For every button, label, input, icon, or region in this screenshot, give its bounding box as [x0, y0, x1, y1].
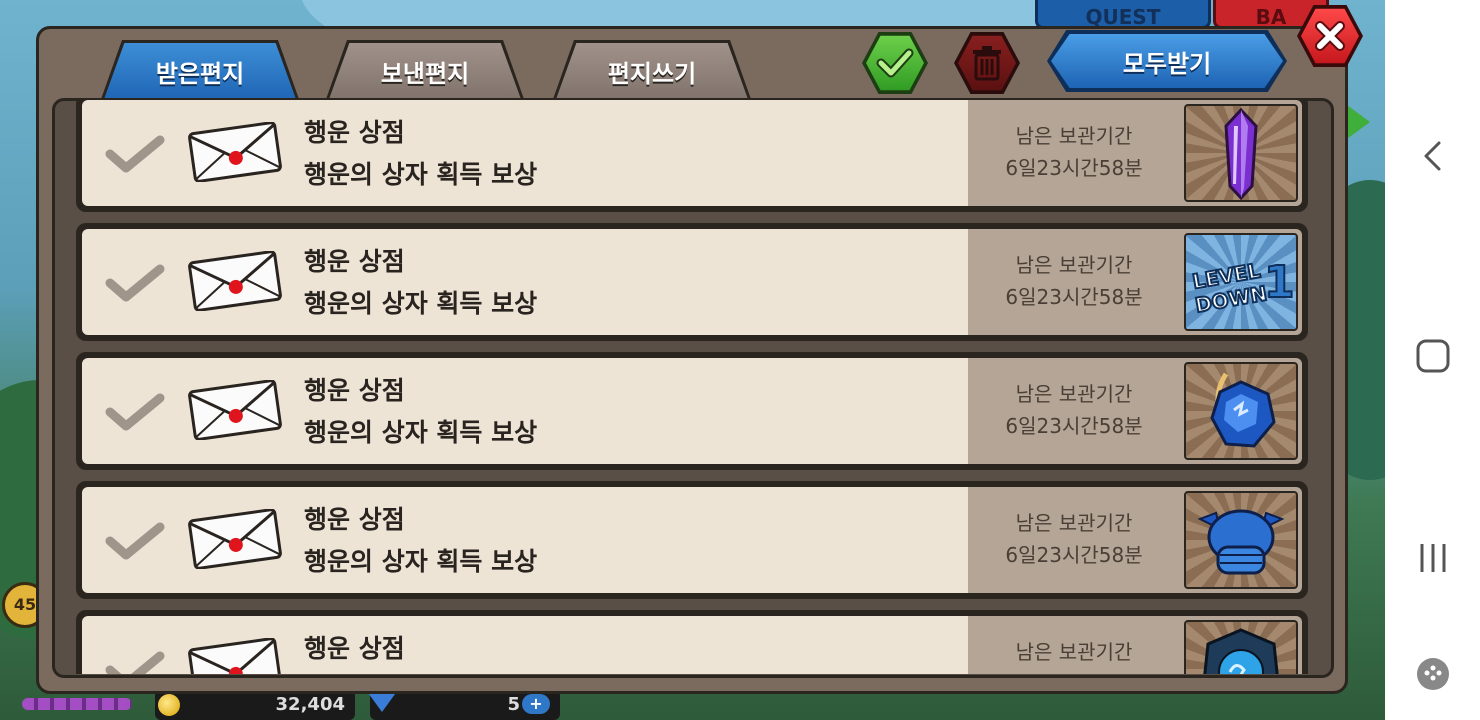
reward-item-frame: [1184, 362, 1298, 460]
reward-item-slot[interactable]: [1180, 358, 1302, 464]
mail-row[interactable]: 행운 상점 행운의 상자 획득 보상 남은 보관기간 6일23시간58분: [76, 352, 1308, 470]
level-number: 1: [1264, 257, 1295, 308]
check-icon[interactable]: [104, 521, 166, 561]
reward-item-slot[interactable]: [1180, 616, 1302, 674]
mail-subject: 행운의 상자 획득 보상: [304, 418, 538, 447]
game-tools-icon: [1416, 658, 1449, 690]
reward-item-frame: [1184, 104, 1298, 202]
level-down-1-icon: LEVEL DOWN 1: [1190, 256, 1296, 318]
gold-amount: 32,404: [155, 690, 355, 720]
mail-retention: 남은 보관기간 6일23시간58분: [968, 229, 1180, 335]
coin-icon: [158, 694, 180, 716]
mail-sender: 행운 상점: [304, 634, 405, 663]
tab-sent-mail[interactable]: 보낸편지: [325, 40, 525, 102]
blue-helmet-icon: [1197, 509, 1285, 575]
mail-row-body: 행운 상점 행운의 상자 획득 보상: [82, 487, 968, 593]
mail-row-body: 행운 상점 행운의 상자 획득 보상: [82, 229, 968, 335]
mail-row-body: 행운 상점: [82, 616, 968, 674]
retention-value: 6일23시간58분: [1005, 156, 1143, 180]
envelope-icon: [188, 380, 282, 440]
quest-button[interactable]: QUEST: [1035, 0, 1211, 29]
receive-all-label: 모두받기: [1122, 49, 1212, 78]
reward-item-frame: [1184, 620, 1298, 674]
retention-value: 6일23시간58분: [1005, 543, 1143, 567]
mail-row[interactable]: 행운 상점 남은 보관기간: [76, 610, 1308, 674]
purple-crystal-icon: [1224, 107, 1258, 200]
tab-label: 편지쓰기: [607, 59, 697, 88]
tab-received-mail[interactable]: 받은편지: [100, 40, 300, 102]
back-button[interactable]: [1385, 140, 1480, 172]
tab-label: 받은편지: [155, 59, 245, 88]
system-navigation-bar: [1385, 0, 1480, 720]
home-square-icon: [1416, 339, 1449, 373]
mail-row[interactable]: 행운 상점 행운의 상자 획득 보상 남은 보관기간 6일23시간58분 LEV…: [76, 223, 1308, 341]
envelope-icon: [188, 122, 282, 182]
mail-list[interactable]: 행운 상점 행운의 상자 획득 보상 남은 보관기간 6일23시간58분 행운 …: [76, 100, 1308, 674]
retention-label: 남은 보관기간: [1015, 253, 1133, 277]
retention-label: 남은 보관기간: [1015, 382, 1133, 406]
check-icon[interactable]: [104, 650, 166, 674]
green-check-icon: [876, 48, 914, 78]
check-icon[interactable]: [104, 134, 166, 174]
mail-retention: 남은 보관기간: [968, 616, 1180, 674]
energy-bar: [22, 698, 132, 710]
mail-row-body: 행운 상점 행운의 상자 획득 보상: [82, 100, 968, 206]
retention-label: 남은 보관기간: [1015, 640, 1133, 664]
retention-value: 6일23시간58분: [1005, 285, 1143, 309]
tab-write-mail[interactable]: 편지쓰기: [552, 40, 752, 102]
reward-item-slot[interactable]: LEVEL DOWN 1: [1180, 229, 1302, 335]
mail-row-body: 행운 상점 행운의 상자 획득 보상: [82, 358, 968, 464]
game-tools-button[interactable]: [1385, 656, 1480, 692]
reward-item-slot[interactable]: [1180, 100, 1302, 206]
close-icon: [1315, 21, 1345, 51]
retention-value: 6일23시간58분: [1005, 414, 1143, 438]
mail-sender: 행운 상점: [304, 247, 405, 276]
mail-retention: 남은 보관기간 6일23시간58분: [968, 358, 1180, 464]
envelope-icon: [188, 509, 282, 569]
tab-label: 보낸편지: [380, 59, 470, 88]
mail-row[interactable]: 행운 상점 행운의 상자 획득 보상 남은 보관기간 6일23시간58분: [76, 100, 1308, 212]
retention-label: 남은 보관기간: [1015, 124, 1133, 148]
mail-subject: 행운의 상자 획득 보상: [304, 289, 538, 318]
mail-retention: 남은 보관기간 6일23시간58분: [968, 487, 1180, 593]
check-icon[interactable]: [104, 263, 166, 303]
retention-label: 남은 보관기간: [1015, 511, 1133, 535]
mail-retention: 남은 보관기간 6일23시간58분: [968, 100, 1180, 206]
mail-sender: 행운 상점: [304, 505, 405, 534]
recents-button[interactable]: [1385, 541, 1480, 575]
home-button[interactable]: [1385, 338, 1480, 374]
blue-gem-bow-icon: [1210, 372, 1276, 448]
mail-sender: 행운 상점: [304, 118, 405, 147]
mail-row[interactable]: 행운 상점 행운의 상자 획득 보상 남은 보관기간 6일23시간58분: [76, 481, 1308, 599]
check-icon[interactable]: [104, 392, 166, 432]
back-chevron-icon: [1424, 141, 1440, 171]
receive-all-button[interactable]: 모두받기: [1047, 30, 1287, 92]
reward-item-slot[interactable]: [1180, 487, 1302, 593]
reward-item-frame: LEVEL DOWN 1: [1184, 233, 1298, 331]
reward-item-frame: [1184, 491, 1298, 589]
blue-orb-shield-icon: [1203, 628, 1279, 674]
mail-subject: 행운의 상자 획득 보상: [304, 547, 538, 576]
envelope-icon: [188, 638, 282, 674]
add-gem-button[interactable]: +: [522, 694, 550, 714]
recents-bars-icon: [1420, 544, 1445, 572]
mail-sender: 행운 상점: [304, 376, 405, 405]
mail-subject: 행운의 상자 획득 보상: [304, 160, 538, 189]
trash-icon: [973, 46, 1001, 81]
envelope-icon: [188, 251, 282, 311]
